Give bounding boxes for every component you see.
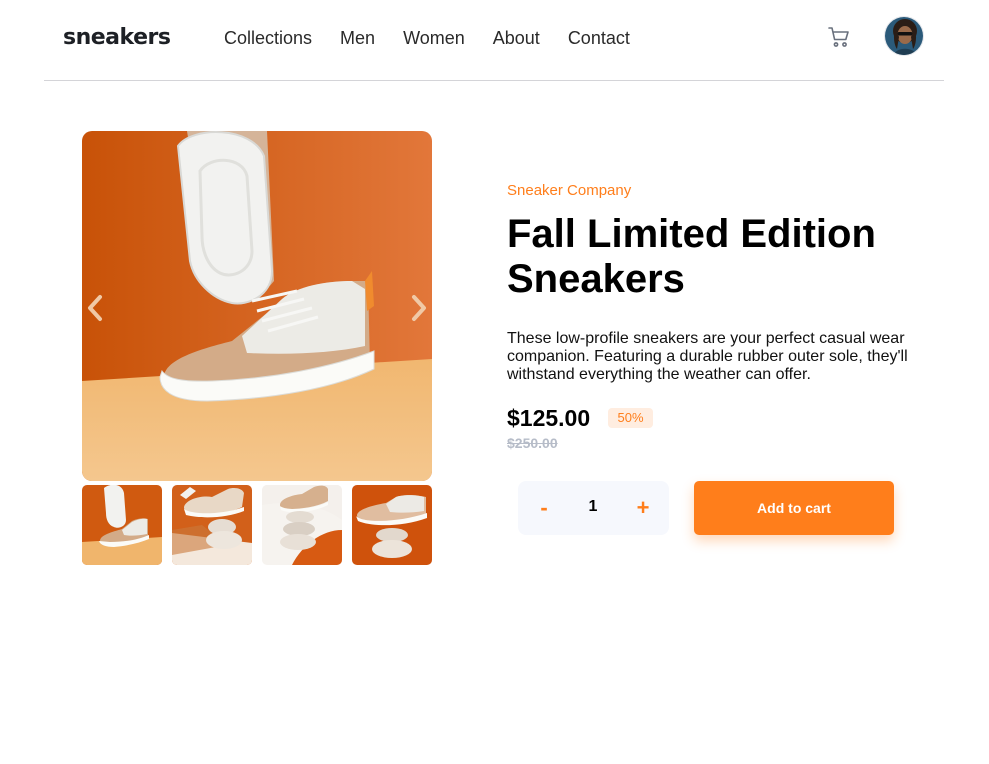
- thumbnail-2[interactable]: [172, 485, 252, 565]
- current-price: $125.00: [507, 405, 591, 431]
- logo[interactable]: sneakers: [63, 25, 171, 50]
- quantity-stepper: - 1 +: [518, 481, 669, 535]
- original-price: $250.00: [507, 435, 558, 451]
- prev-image-arrow-icon[interactable]: [84, 291, 108, 325]
- product-title: Fall Limited Edition Sneakers: [507, 212, 927, 302]
- increase-quantity-button[interactable]: +: [628, 493, 658, 523]
- decrease-quantity-button[interactable]: -: [529, 493, 559, 523]
- product-title-line1: Fall Limited Edition: [507, 212, 876, 256]
- cart-icon[interactable]: [827, 25, 851, 49]
- product-title-line2: Sneakers: [507, 257, 685, 301]
- thumbnail-1[interactable]: [82, 485, 162, 565]
- thumbnail-strip: [82, 485, 432, 565]
- site-header: sneakers Collections Men Women About Con…: [44, 0, 944, 81]
- nav-link-about[interactable]: About: [493, 28, 540, 48]
- thumbnail-3[interactable]: [262, 485, 342, 565]
- avatar[interactable]: [884, 16, 924, 56]
- product-main-image[interactable]: [82, 131, 432, 481]
- thumbnail-4[interactable]: [352, 485, 432, 565]
- quantity-value: 1: [588, 498, 598, 515]
- discount-badge: 50%: [608, 408, 653, 428]
- add-to-cart-button[interactable]: Add to cart: [694, 481, 894, 535]
- main-nav: Collections Men Women About Contact: [224, 28, 658, 48]
- next-image-arrow-icon[interactable]: [406, 291, 430, 325]
- nav-link-collections[interactable]: Collections: [224, 28, 312, 48]
- nav-link-women[interactable]: Women: [403, 28, 465, 48]
- nav-link-contact[interactable]: Contact: [568, 28, 630, 48]
- nav-link-men[interactable]: Men: [340, 28, 375, 48]
- product-description: These low-profile sneakers are your perf…: [507, 330, 908, 383]
- company-name: Sneaker Company: [507, 182, 632, 199]
